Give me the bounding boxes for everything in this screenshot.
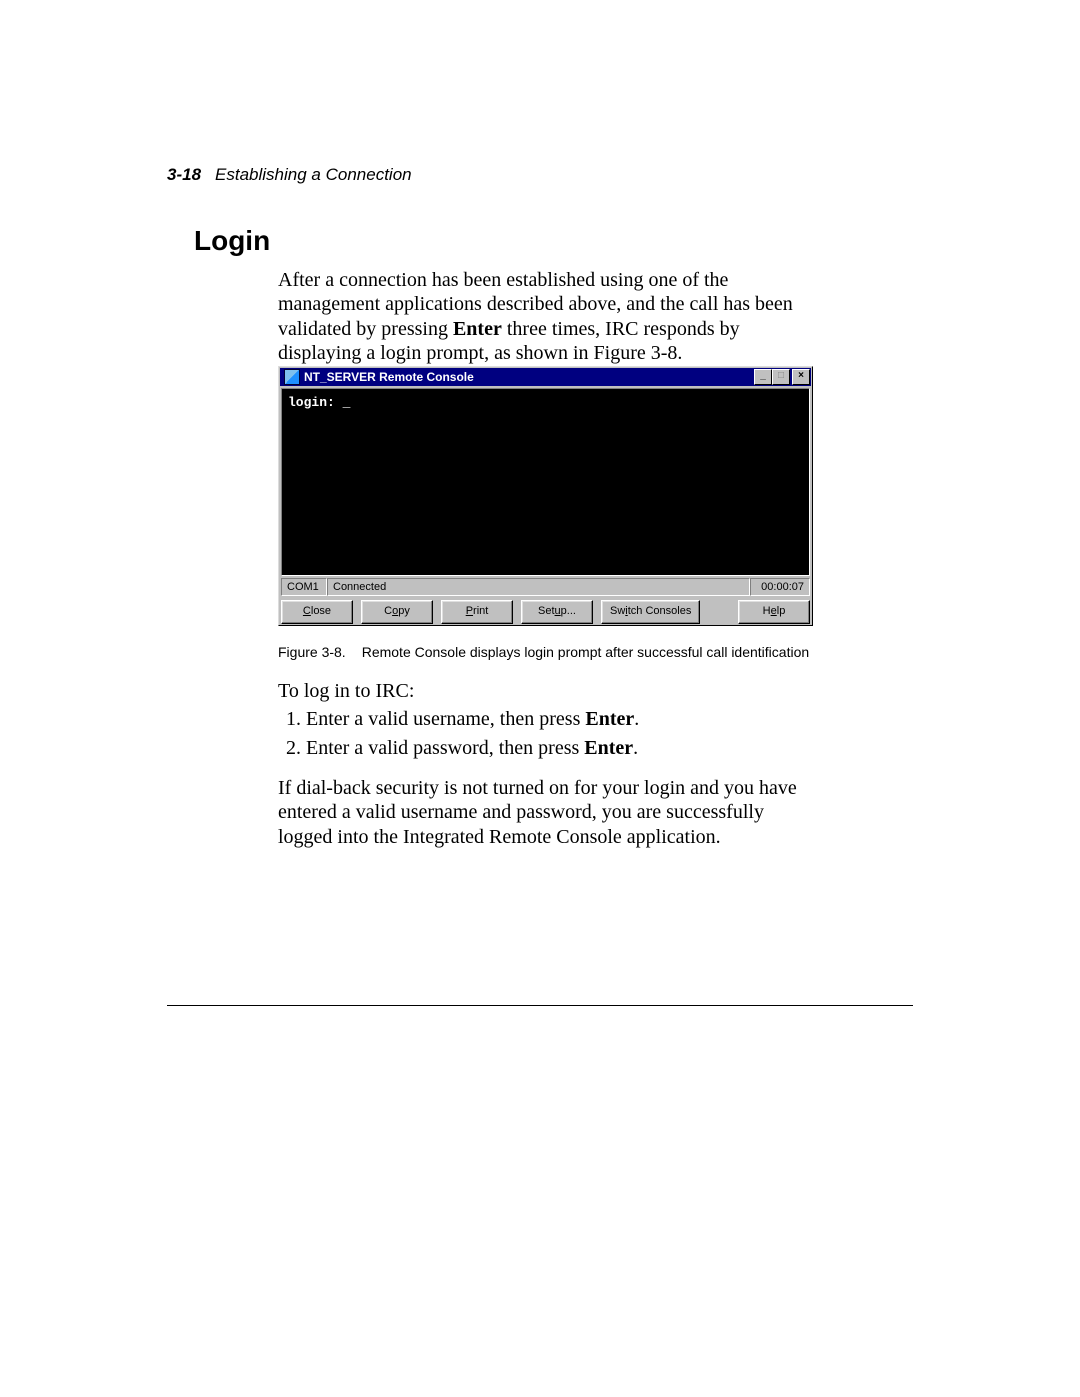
enter-keyword: Enter <box>453 318 502 340</box>
window-title: NT_SERVER Remote Console <box>304 368 754 386</box>
title-bar: NT_SERVER Remote Console _ □ × <box>280 368 811 386</box>
maximize-button[interactable]: □ <box>772 369 790 385</box>
print-button[interactable]: Print <box>441 600 513 624</box>
close-button[interactable]: Close <box>281 600 353 624</box>
button-group-left: Close Copy Print Setup... Switch Console… <box>281 600 700 624</box>
figure-caption-text: Remote Console displays login prompt aft… <box>362 644 809 660</box>
status-port: COM1 <box>281 578 327 596</box>
status-connection: Connected <box>327 578 750 596</box>
button-row: Close Copy Print Setup... Switch Console… <box>281 600 810 624</box>
remote-console-window: NT_SERVER Remote Console _ □ × login: _ … <box>278 366 813 626</box>
switch-consoles-button[interactable]: Switch Consoles <box>601 600 700 624</box>
page-number: 3-18 <box>167 165 201 184</box>
intro-paragraph: After a connection has been established … <box>278 268 813 366</box>
login-steps: Enter a valid username, then press Enter… <box>278 705 841 763</box>
terminal-area[interactable]: login: _ <box>281 388 810 576</box>
figure-label: Figure 3-8. <box>278 644 346 660</box>
close-window-button[interactable]: × <box>792 369 810 385</box>
window-control-buttons: _ □ × <box>754 369 810 385</box>
running-title: Establishing a Connection <box>215 165 412 184</box>
page: 3-18 Establishing a Connection Login Afte… <box>0 0 1080 1397</box>
login-intro: To log in to IRC: <box>278 680 813 703</box>
step-2: Enter a valid password, then press Enter… <box>306 734 841 763</box>
setup-button[interactable]: Setup... <box>521 600 593 624</box>
section-heading: Login <box>194 225 270 257</box>
status-elapsed: 00:00:07 <box>750 578 810 596</box>
footer-rule <box>167 1005 913 1006</box>
figure-caption: Figure 3-8. Remote Console displays login… <box>278 644 813 660</box>
closing-paragraph: If dial-back security is not turned on f… <box>278 776 813 849</box>
help-button[interactable]: Help <box>738 600 810 624</box>
login-prompt: login: _ <box>288 395 350 410</box>
running-header: 3-18 Establishing a Connection <box>167 165 412 185</box>
system-menu-icon[interactable] <box>284 369 300 385</box>
status-bar: COM1 Connected 00:00:07 <box>281 578 810 596</box>
minimize-button[interactable]: _ <box>754 369 772 385</box>
step-1: Enter a valid username, then press Enter… <box>306 705 841 734</box>
copy-button[interactable]: Copy <box>361 600 433 624</box>
